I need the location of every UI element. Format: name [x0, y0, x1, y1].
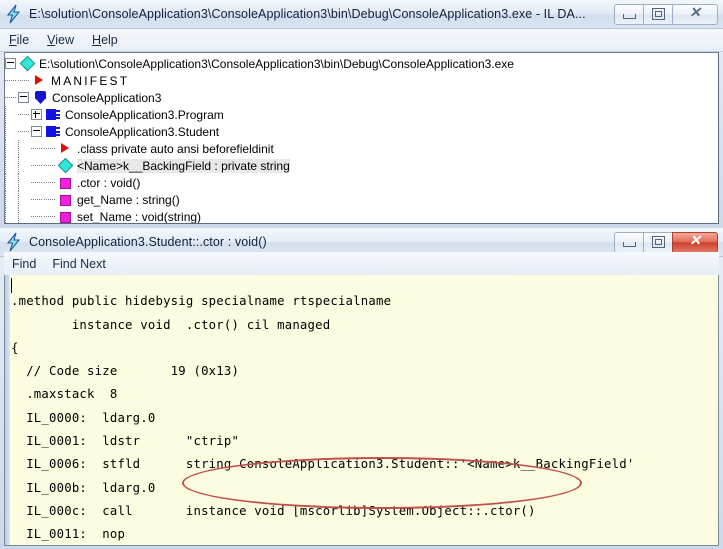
- menu-find-next[interactable]: Find Next: [52, 257, 106, 271]
- blue-shield-icon: [32, 90, 48, 105]
- lightning-bolt-icon: [3, 231, 25, 253]
- tree-panel: E:\solution\ConsoleApplication3\ConsoleA…: [4, 52, 719, 224]
- menu-view[interactable]: View: [47, 33, 74, 47]
- tree-indent-guide: [44, 140, 57, 157]
- tree-item-label: ConsoleApplication3: [52, 90, 162, 105]
- main-titlebar[interactable]: E:\solution\ConsoleApplication3\ConsoleA…: [0, 0, 723, 29]
- minimize-button[interactable]: [614, 231, 644, 253]
- collapse-icon[interactable]: [18, 92, 29, 103]
- code-menubar: Find Find Next: [4, 252, 719, 276]
- tree-indent-guide: [18, 123, 31, 140]
- tree-indent-guide: [18, 174, 31, 191]
- tree-indent-guide: [5, 157, 18, 174]
- maximize-icon: [651, 236, 665, 248]
- magenta-square-icon: [57, 209, 73, 223]
- tree-row[interactable]: get_Name : string(): [5, 191, 718, 208]
- tree-indent-guide: [5, 208, 18, 223]
- tree-item-label: MANIFEST: [51, 73, 130, 88]
- tree-indent-guide: [18, 72, 31, 89]
- blue-class-icon: [45, 124, 61, 139]
- tree-indent-guide: [31, 191, 44, 208]
- lightning-bolt-icon: [3, 3, 25, 25]
- red-right-triangle-icon: [31, 73, 47, 88]
- main-menubar: File View Help: [0, 29, 723, 52]
- diamond-icon: [19, 56, 35, 71]
- magenta-square-icon: [57, 175, 73, 190]
- tree-indent-guide: [18, 106, 31, 123]
- tree-indent-guide: [18, 208, 31, 223]
- tree-item-label: ConsoleApplication3.Program: [65, 107, 224, 122]
- tree-row[interactable]: E:\solution\ConsoleApplication3\ConsoleA…: [5, 55, 718, 72]
- tree-indent-guide: [5, 89, 18, 106]
- tree-row[interactable]: .class private auto ansi beforefieldinit: [5, 140, 718, 157]
- tree-row[interactable]: ConsoleApplication3.Student: [5, 123, 718, 140]
- tree-item-label: set_Name : void(string): [77, 209, 202, 224]
- tree-row[interactable]: ConsoleApplication3.Program: [5, 106, 718, 123]
- tree-indent-guide: [5, 140, 18, 157]
- tree-item-label: ConsoleApplication3.Student: [65, 124, 220, 139]
- tree-indent-guide: [31, 174, 44, 191]
- il-tree[interactable]: E:\solution\ConsoleApplication3\ConsoleA…: [5, 53, 718, 224]
- tree-indent-guide: [18, 157, 31, 174]
- red-right-triangle-icon: [57, 141, 73, 156]
- menu-file[interactable]: File: [9, 33, 29, 47]
- minimize-icon: [622, 13, 636, 19]
- code-left-gutter: [5, 275, 10, 545]
- menu-find[interactable]: Find: [12, 257, 36, 271]
- tree-item-label: <Name>k__BackingField : private string: [77, 158, 290, 173]
- tree-indent-guide: [5, 174, 18, 191]
- code-window-buttons: ✕: [614, 231, 718, 253]
- tree-row[interactable]: <Name>k__BackingField : private string: [5, 157, 718, 174]
- collapse-icon[interactable]: [5, 58, 16, 69]
- tree-indent-guide: [44, 191, 57, 208]
- tree-row[interactable]: set_Name : void(string): [5, 208, 718, 224]
- tree-item-label: .class private auto ansi beforefieldinit: [77, 141, 274, 156]
- tree-indent-guide: [44, 208, 57, 223]
- tree-row[interactable]: ConsoleApplication3: [5, 89, 718, 106]
- tree-indent-guide: [5, 191, 18, 208]
- il-code-area[interactable]: .method public hidebysig specialname rts…: [4, 275, 719, 546]
- maximize-button[interactable]: [643, 3, 673, 25]
- tree-indent-guide: [5, 123, 18, 140]
- close-icon: ✕: [689, 234, 701, 249]
- diamond-icon: [57, 158, 73, 173]
- close-button[interactable]: ✕: [672, 3, 718, 25]
- ildasm-main-window: E:\solution\ConsoleApplication3\ConsoleA…: [0, 0, 723, 228]
- main-window-buttons: ✕: [614, 3, 718, 25]
- close-icon: ✕: [689, 6, 701, 21]
- tree-item-label: get_Name : string(): [77, 192, 180, 207]
- tree-item-label: .ctor : void(): [77, 175, 141, 190]
- tree-indent-guide: [18, 140, 31, 157]
- tree-indent-guide: [44, 174, 57, 191]
- code-client-area: Find Find Next .method public hidebysig …: [4, 252, 719, 546]
- blue-class-icon: [45, 107, 61, 122]
- close-button[interactable]: ✕: [672, 231, 718, 253]
- il-code-text: .method public hidebysig specialname rts…: [11, 294, 635, 542]
- main-window-title: E:\solution\ConsoleApplication3\ConsoleA…: [29, 7, 586, 21]
- tree-indent-guide: [44, 157, 57, 174]
- tree-indent-guide: [5, 106, 18, 123]
- tree-item-label: E:\solution\ConsoleApplication3\ConsoleA…: [39, 56, 514, 71]
- collapse-icon[interactable]: [31, 126, 42, 137]
- tree-row[interactable]: MANIFEST: [5, 72, 718, 89]
- tree-indent-guide: [31, 140, 44, 157]
- magenta-square-icon: [57, 192, 73, 207]
- maximize-icon: [651, 8, 665, 20]
- minimize-button[interactable]: [614, 3, 644, 25]
- minimize-icon: [622, 241, 636, 247]
- tree-row[interactable]: .ctor : void(): [5, 174, 718, 191]
- disassembly-window: ConsoleApplication3.Student::.ctor : voi…: [0, 228, 723, 549]
- maximize-button[interactable]: [643, 231, 673, 253]
- tree-indent-guide: [5, 72, 18, 89]
- expand-icon[interactable]: [31, 109, 42, 120]
- tree-indent-guide: [31, 208, 44, 223]
- tree-indent-guide: [18, 191, 31, 208]
- code-window-title: ConsoleApplication3.Student::.ctor : voi…: [29, 235, 267, 249]
- menu-help[interactable]: Help: [92, 33, 118, 47]
- tree-indent-guide: [31, 157, 44, 174]
